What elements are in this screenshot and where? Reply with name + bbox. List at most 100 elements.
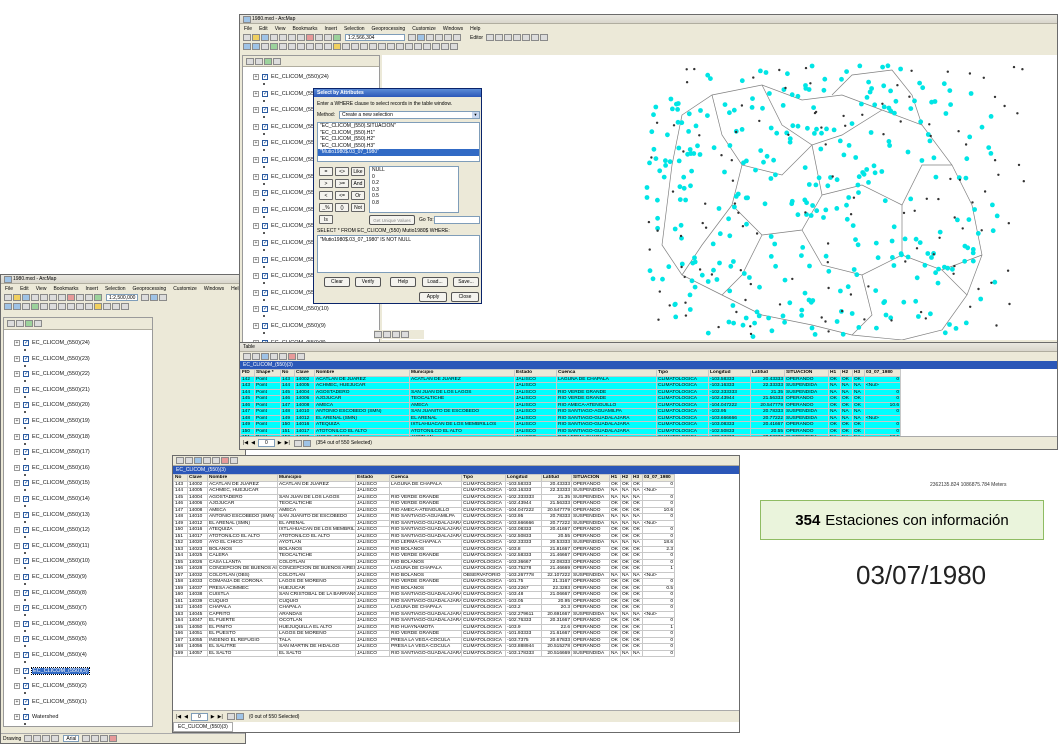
station-point-selected[interactable] [698, 108, 703, 113]
redo-icon[interactable] [85, 294, 93, 301]
table-cell[interactable]: RIO SANTIAGO-GUADALAJARA [389, 617, 462, 625]
station-point[interactable] [964, 143, 968, 146]
station-point-selected[interactable] [805, 125, 810, 131]
station-point-selected[interactable] [933, 270, 938, 276]
station-point[interactable] [1006, 269, 1010, 272]
station-point-selected[interactable] [771, 157, 776, 163]
station-point-selected[interactable] [762, 201, 768, 207]
station-point-selected[interactable] [685, 151, 690, 157]
station-point-selected[interactable] [892, 110, 897, 116]
toc-layer[interactable]: + ✓ EC_CLICOM_(550)(9) [14, 574, 87, 580]
station-point-selected[interactable] [853, 237, 858, 243]
station-point-selected[interactable] [789, 92, 795, 98]
station-point-selected[interactable] [872, 170, 878, 176]
station-point-selected[interactable] [670, 106, 675, 112]
station-point[interactable] [977, 287, 980, 291]
layer-visibility-checkbox[interactable]: ✓ [262, 256, 268, 263]
layer-visibility-checkbox[interactable]: ✓ [23, 527, 29, 534]
station-point[interactable] [658, 290, 661, 293]
station-point-selected[interactable] [705, 72, 711, 78]
station-point-selected[interactable] [871, 163, 877, 169]
station-point-selected[interactable] [722, 102, 728, 107]
station-point[interactable] [993, 159, 997, 162]
editor-menu[interactable]: Editor [470, 35, 483, 41]
station-point-selected[interactable] [747, 275, 752, 280]
station-point-selected[interactable] [727, 233, 733, 239]
station-point[interactable] [826, 261, 829, 264]
save-icon[interactable] [22, 294, 30, 301]
station-point-selected[interactable] [890, 255, 895, 260]
toc-layer[interactable]: + ✓ EC_CLICOM_(550)(5) [14, 636, 87, 643]
station-point-selected[interactable] [855, 182, 861, 188]
station-point-selected[interactable] [855, 242, 861, 248]
drawing-menu[interactable]: Drawing [3, 736, 21, 742]
station-point[interactable] [685, 68, 688, 71]
toc-layer[interactable]: + ✓ EC_CLICOM_(550)(6) [14, 620, 87, 627]
station-point-selected[interactable] [819, 130, 824, 136]
list-by-source-icon[interactable] [16, 320, 24, 327]
station-point[interactable] [778, 68, 781, 72]
new-icon[interactable] [243, 34, 251, 41]
station-point[interactable] [997, 173, 1000, 176]
station-point[interactable] [925, 197, 928, 200]
expand-icon[interactable]: + [14, 574, 20, 580]
table-row[interactable]: 15614028CONCEPCION DE BUENOS AIRESCONCEP… [173, 565, 675, 573]
station-point-selected[interactable] [731, 259, 736, 264]
zoom-in-icon[interactable] [4, 303, 12, 310]
station-point-selected[interactable] [799, 253, 804, 258]
toc-icon[interactable] [150, 294, 159, 301]
station-point[interactable] [701, 221, 704, 225]
select-elements-icon[interactable] [24, 735, 33, 742]
table-row[interactable]: 158 14033 COMANJA DE CORONA LAGOS DE MORENO… [173, 578, 675, 586]
table-layer-tab[interactable]: EC_CLICOM_(550)(3) [240, 361, 1057, 369]
toc-layer[interactable]: + ✓ EC_CLICOM_(550)(16) [14, 464, 90, 471]
menu-bookmarks[interactable]: Bookmarks [292, 26, 317, 32]
station-point-selected[interactable] [881, 300, 887, 306]
menu-insert[interactable]: Insert [324, 26, 337, 32]
table-cell[interactable]: JALISCO [355, 649, 390, 657]
station-point[interactable] [881, 102, 884, 105]
layer-visibility-checkbox[interactable]: ✓ [23, 698, 29, 705]
station-point-selected[interactable] [837, 138, 843, 144]
expand-icon[interactable]: + [14, 527, 20, 534]
station-point-selected[interactable] [802, 197, 808, 203]
measure-icon[interactable] [103, 303, 111, 310]
back-extent-icon[interactable] [297, 43, 305, 50]
show-selected-records-icon[interactable] [235, 713, 244, 720]
station-point[interactable] [671, 190, 675, 193]
station-point-selected[interactable] [812, 332, 818, 337]
layer-visibility-checkbox[interactable]: ✓ [23, 402, 29, 409]
station-point-selected[interactable] [882, 198, 888, 204]
station-point-selected[interactable] [789, 198, 795, 204]
station-point[interactable] [983, 190, 987, 193]
table-cell[interactable]: ANTONIO ESCOBEDO (SMN) [207, 513, 278, 521]
station-point[interactable] [952, 272, 955, 275]
station-point-selected[interactable] [677, 184, 683, 190]
create-features-icon[interactable] [540, 34, 549, 41]
station-point[interactable] [937, 197, 940, 201]
table-cell[interactable]: 14057 [187, 649, 208, 657]
station-point-selected[interactable] [814, 126, 819, 132]
station-point-selected[interactable] [826, 268, 832, 274]
table-row[interactable]: 147 Point 148 14010 ANTONIO ESCOBEDO (SMN) SA… [240, 408, 901, 416]
station-point-selected[interactable] [726, 216, 731, 222]
station-point[interactable] [704, 226, 708, 229]
station-point-selected[interactable] [968, 91, 974, 96]
station-point-selected[interactable] [758, 68, 763, 74]
station-point-selected[interactable] [928, 311, 933, 317]
table-cell[interactable]: CLIMATOLOGICA [461, 519, 506, 527]
identify-icon[interactable] [324, 43, 332, 50]
station-point-selected[interactable] [782, 277, 788, 283]
station-point-selected[interactable] [676, 145, 682, 151]
station-point-selected[interactable] [988, 151, 994, 156]
toc-layer[interactable]: + ✓ EC_CLICOM_(550)(21) [14, 386, 90, 393]
station-point-selected[interactable] [868, 130, 874, 135]
station-point-selected[interactable] [688, 183, 693, 189]
layer-visibility-checkbox[interactable]: ✓ [23, 652, 29, 658]
list-by-visibility-icon[interactable] [264, 57, 272, 65]
table-cell[interactable]: RIO SANTIAGO-GUADALAJARA [389, 597, 462, 605]
station-point[interactable] [668, 304, 671, 307]
station-point-selected[interactable] [919, 158, 925, 163]
station-point-selected[interactable] [941, 81, 947, 87]
station-point[interactable] [740, 104, 744, 107]
